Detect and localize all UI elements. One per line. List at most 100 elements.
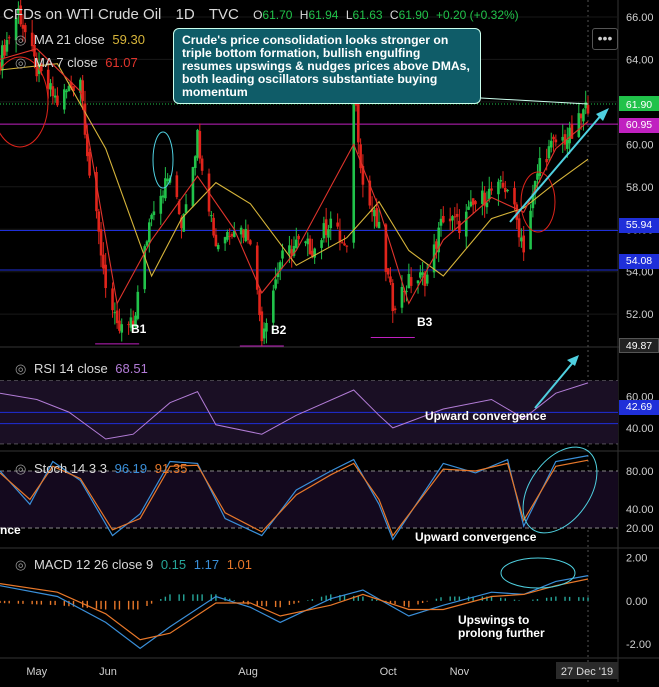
candle-body: [118, 320, 121, 331]
rsi-label: RSI 14 close: [33, 361, 108, 376]
ma21-legend[interactable]: ◎ MA 21 close 59.30: [15, 32, 149, 48]
candle-body: [210, 215, 213, 217]
candle-body: [7, 37, 11, 39]
candle-body: [288, 245, 291, 254]
candle-body: [552, 136, 555, 140]
candle-body: [487, 188, 491, 200]
candle-body: [586, 105, 590, 114]
candle-body: [386, 268, 390, 275]
eye-icon: ◎: [15, 461, 27, 476]
stoch-k-value: 96.19: [114, 461, 148, 476]
eye-icon: ◎: [15, 32, 27, 47]
candle-body: [258, 290, 261, 316]
stoch-cut-note: nce: [0, 523, 21, 537]
candle-body: [306, 238, 310, 245]
candle-body: [104, 264, 107, 289]
price-tick-label: 66.00: [626, 12, 654, 24]
ma21-value: 59.30: [112, 32, 145, 47]
price-tick-label: 58.00: [626, 182, 654, 194]
candle-body: [439, 218, 443, 226]
candle-body: [566, 139, 569, 149]
rsi-legend[interactable]: ◎ RSI 14 close 68.51: [15, 361, 152, 377]
open-value: 61.70: [262, 8, 293, 22]
candle-body: [409, 277, 413, 286]
candle-body: [3, 44, 6, 56]
symbol-title[interactable]: CFDs on WTI Crude Oil: [3, 6, 161, 23]
more-dots-icon[interactable]: •••: [592, 28, 618, 50]
candle-body: [455, 213, 459, 217]
candle-body: [407, 274, 411, 289]
candle-body: [416, 280, 420, 284]
low-label: L: [345, 8, 353, 22]
candle-body: [357, 101, 360, 143]
ma7-value: 61.07: [105, 55, 138, 70]
candle-body: [88, 152, 91, 176]
rsi-note: Upward convergence: [425, 409, 547, 423]
candle-body: [471, 198, 475, 205]
candle-body: [474, 201, 477, 205]
b3-label: B3: [417, 315, 433, 329]
candle-body: [191, 167, 195, 207]
b2-label: B2: [271, 323, 287, 337]
candle-body: [228, 235, 231, 237]
source-label: TVC: [208, 6, 239, 23]
stoch-note: Upward convergence: [415, 530, 537, 544]
chart-root: 52.0054.0056.0058.0060.0062.0064.0066.00…: [0, 0, 659, 682]
candle-body: [193, 156, 197, 168]
candle-body: [451, 216, 454, 221]
candle-body: [490, 188, 493, 191]
candle-body: [120, 324, 124, 333]
candle-body: [570, 124, 574, 139]
candle-body: [166, 179, 169, 181]
candle-body: [425, 274, 429, 284]
candle-body: [322, 223, 326, 239]
price-badge-60-95: 60.95: [619, 118, 659, 133]
candle-body: [547, 146, 551, 159]
candle-body: [49, 83, 52, 90]
interval-label[interactable]: 1D: [176, 6, 195, 23]
candle-body: [582, 109, 585, 122]
candle-body: [393, 308, 397, 311]
candle-body: [5, 40, 9, 52]
macd-line-value: 1.17: [193, 557, 220, 572]
chart-header: CFDs on WTI Crude Oil 1D TVC O61.70 H61.…: [3, 6, 527, 23]
candle-body: [336, 222, 339, 227]
candle-body: [538, 158, 542, 177]
stoch-legend[interactable]: ◎ Stoch 14 3 3 96.19 91.35: [15, 461, 191, 477]
price-tick-label: 60.00: [626, 139, 654, 151]
price-badge-42-69: 42.69: [619, 400, 659, 415]
low-value: 61.63: [352, 8, 383, 22]
candle-body: [281, 250, 284, 259]
candle-body: [226, 232, 229, 240]
high-value: 61.94: [308, 8, 339, 22]
trend-arrow: [509, 112, 604, 223]
macd-legend[interactable]: ◎ MACD 12 26 close 9 0.15 1.17 1.01: [15, 557, 256, 573]
candle-body: [327, 229, 330, 238]
candle-body: [214, 234, 218, 247]
candle-body: [102, 254, 105, 269]
x-axis-label: May: [26, 666, 47, 678]
candle-body: [320, 240, 323, 248]
analysis-callout: Crude's price consolidation looks strong…: [173, 28, 481, 104]
candle-body: [175, 175, 179, 198]
candle-body: [545, 158, 548, 163]
candle-body: [513, 187, 516, 205]
candle-body: [147, 222, 151, 243]
candle-body: [517, 218, 521, 238]
candle-body: [262, 328, 266, 339]
candle-body: [536, 173, 539, 180]
macd-annotation-ellipse: [500, 557, 576, 589]
candle-body: [97, 211, 101, 232]
ma7-legend[interactable]: ◎ MA 7 close 61.07: [15, 55, 142, 71]
candle-body: [464, 211, 468, 237]
candle-body: [242, 229, 245, 238]
candle-body: [448, 218, 452, 222]
candle-body: [56, 95, 59, 106]
candle-body: [522, 235, 525, 253]
candle-body: [46, 69, 50, 89]
candle-body: [260, 311, 264, 342]
price-tick-label: 52.00: [626, 309, 654, 321]
candle-body: [391, 283, 395, 312]
current-price-label: 61.90: [626, 99, 652, 111]
rsi-value: 68.51: [115, 361, 148, 376]
